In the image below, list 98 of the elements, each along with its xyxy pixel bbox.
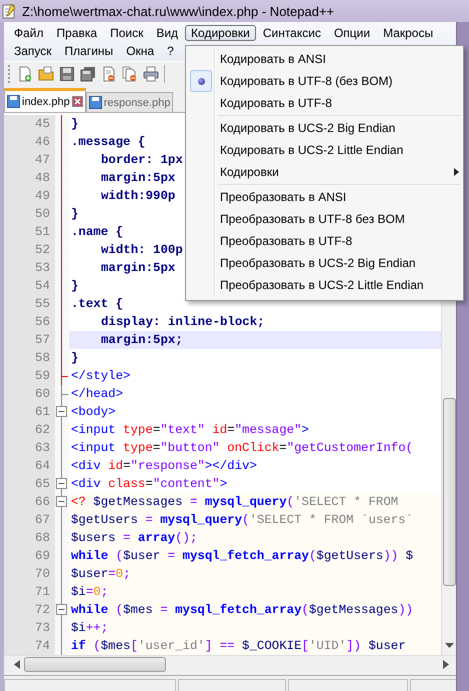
- code-line: }: [70, 206, 78, 223]
- line-number: 46: [4, 133, 55, 151]
- save-all-icon[interactable]: [80, 66, 96, 82]
- line-number: 51: [4, 223, 55, 241]
- line-number: 52: [4, 241, 55, 259]
- code-line: width:990p: [100, 188, 176, 205]
- menu-item[interactable]: Окна: [120, 43, 160, 59]
- line-number: 74: [4, 637, 55, 655]
- window-title: Z:\home\wertmax-chat.ru\www\index.php - Notepad++: [22, 4, 334, 18]
- code-line: border: 1px: [100, 152, 183, 169]
- line-number: 65: [4, 475, 55, 493]
- line-number: 54: [4, 277, 55, 295]
- code-line: <input type="text" id="message">: [70, 422, 309, 439]
- save-icon[interactable]: [59, 66, 75, 82]
- code-line: }: [70, 116, 78, 133]
- menu-item[interactable]: Плагины: [58, 43, 120, 59]
- line-number: 62: [4, 421, 55, 439]
- print-icon[interactable]: [143, 66, 159, 82]
- code-line: .name {: [70, 224, 124, 241]
- save-icon: [88, 96, 102, 109]
- file-tab[interactable]: index.php: [4, 88, 86, 112]
- notepad-icon: [2, 3, 16, 19]
- code-line: <input type="button" onClick="getCustomerInfo(: [70, 440, 414, 457]
- line-number: 57: [4, 331, 55, 349]
- line-number: 70: [4, 565, 55, 583]
- scroll-thumb[interactable]: [443, 398, 456, 586]
- menu-item[interactable]: Опции: [328, 25, 376, 41]
- menu-item[interactable]: Преобразовать в UTF-8 без BOM: [186, 208, 463, 230]
- fold-toggle-icon[interactable]: [56, 496, 67, 507]
- line-number: 67: [4, 511, 55, 529]
- line-number: 72: [4, 601, 55, 619]
- code-line: width: 100p: [100, 242, 183, 259]
- line-number: 59: [4, 367, 55, 385]
- file-tab[interactable]: response.php: [86, 92, 174, 112]
- code-line: <body>: [70, 404, 116, 421]
- code-line: .text {: [70, 296, 124, 313]
- close-all-icon[interactable]: [122, 66, 138, 82]
- line-number: 64: [4, 457, 55, 475]
- close-icon[interactable]: [72, 96, 83, 107]
- line-number: 60: [4, 385, 55, 403]
- code-line: .message {: [70, 134, 146, 151]
- fold-toggle-icon[interactable]: [56, 406, 67, 417]
- menu-item[interactable]: Поиск: [104, 25, 150, 41]
- scroll-left-icon[interactable]: [14, 660, 20, 669]
- scroll-down-icon[interactable]: [445, 643, 454, 649]
- menu-item[interactable]: Вид: [150, 25, 184, 41]
- code-line: </head>: [70, 386, 124, 403]
- folder-icon[interactable]: [38, 66, 54, 82]
- code-line: <div class="content">: [70, 476, 228, 493]
- close-file-icon[interactable]: [101, 66, 117, 82]
- menu-item[interactable]: Кодировать в ANSI: [186, 48, 463, 70]
- code-line: margin:5px: [100, 260, 176, 277]
- menu-item[interactable]: Кодировать в UTF-8 (без BOM): [186, 70, 463, 92]
- menu-item[interactable]: Преобразовать в UTF-8: [186, 230, 463, 252]
- line-number: 56: [4, 313, 55, 331]
- line-number: 49: [4, 187, 55, 205]
- line-number: 69: [4, 547, 55, 565]
- menu-item[interactable]: Синтаксис: [256, 25, 327, 41]
- menu-item[interactable]: Кодировки: [185, 25, 256, 41]
- menu-item[interactable]: Правка: [50, 25, 104, 41]
- scroll-thumb[interactable]: [24, 657, 166, 672]
- menu-item[interactable]: Файл: [8, 25, 50, 41]
- line-number: 55: [4, 295, 55, 313]
- menu-item[interactable]: Запуск: [8, 43, 58, 59]
- line-number: 66: [4, 493, 55, 511]
- menu-item[interactable]: ?: [161, 43, 180, 59]
- menu-item[interactable]: Преобразовать в UCS-2 Little Endian: [186, 274, 463, 296]
- new-file-icon[interactable]: [17, 66, 33, 82]
- save-icon: [7, 95, 20, 108]
- submenu-item[interactable]: Кодировки: [186, 161, 463, 183]
- line-number: 45: [4, 115, 55, 133]
- menu-item[interactable]: Кодировать в UCS-2 Little Endian: [186, 139, 463, 161]
- menu-item[interactable]: Преобразовать в UCS-2 Big Endian: [186, 252, 463, 274]
- line-number: 53: [4, 259, 55, 277]
- menu-item[interactable]: Преобразовать в ANSI: [186, 186, 463, 208]
- code-line: <div id="response"></div>: [70, 458, 257, 475]
- horizontal-scrollbar[interactable]: [4, 655, 457, 673]
- menu-item[interactable]: Макросы: [377, 25, 440, 41]
- fold-toggle-icon[interactable]: [56, 478, 67, 489]
- code-line: display: inline-block;: [100, 314, 265, 331]
- line-number: 63: [4, 439, 55, 457]
- fold-toggle-icon[interactable]: [56, 604, 67, 615]
- menu-item[interactable]: Кодировать в UCS-2 Big Endian: [186, 117, 463, 139]
- line-number: 71: [4, 583, 55, 601]
- code-line: </style>: [70, 368, 130, 385]
- submenu-arrow-icon: [454, 168, 459, 176]
- scroll-right-icon[interactable]: [443, 660, 449, 669]
- line-number: 68: [4, 529, 55, 547]
- line-number: 50: [4, 205, 55, 223]
- menu-item[interactable]: Кодировать в UTF-8: [186, 92, 463, 114]
- code-line: }: [70, 350, 78, 367]
- line-number: 48: [4, 169, 55, 187]
- line-number: 58: [4, 349, 55, 367]
- code-line: margin:5px: [100, 170, 176, 187]
- line-number: 73: [4, 619, 55, 637]
- line-number: 61: [4, 403, 55, 421]
- code-line: }: [70, 278, 78, 295]
- line-number: 47: [4, 151, 55, 169]
